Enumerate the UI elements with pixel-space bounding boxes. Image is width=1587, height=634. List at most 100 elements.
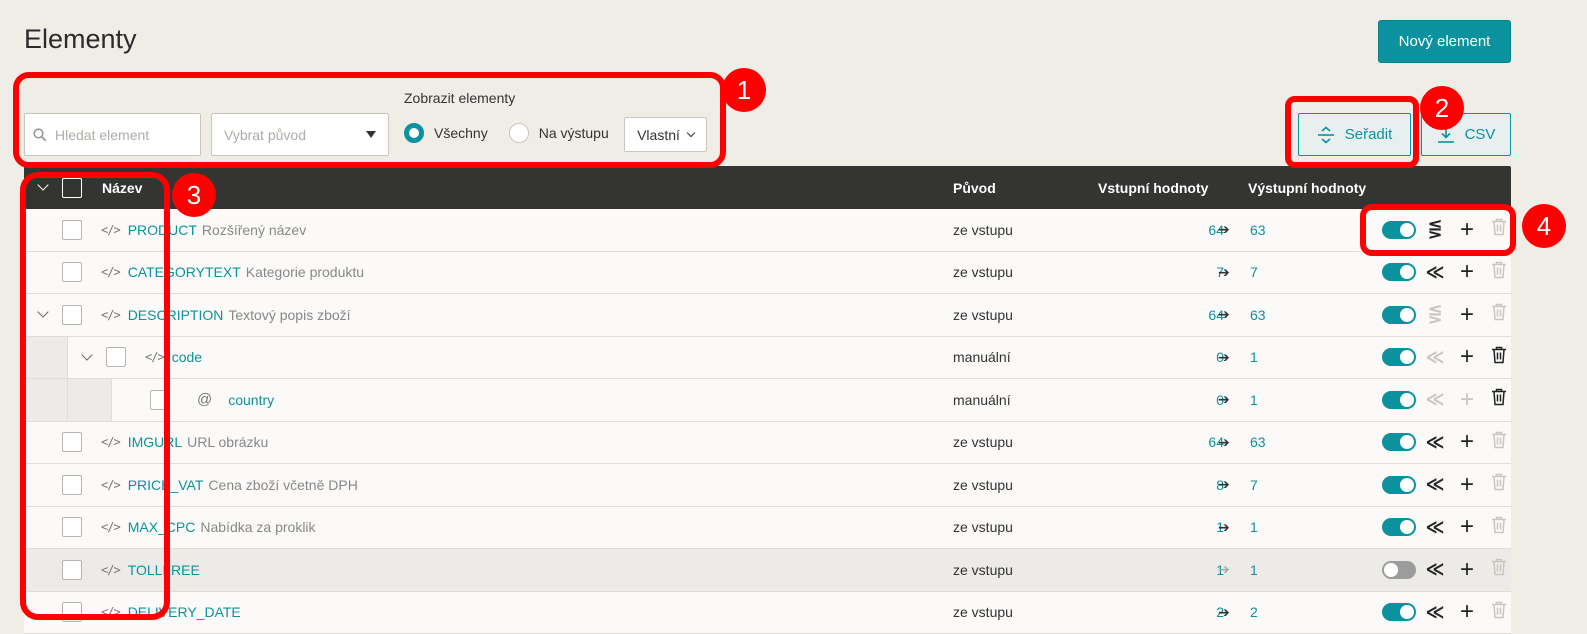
checkbox[interactable] <box>62 602 82 622</box>
mapping-icon[interactable]: ≪ <box>1422 559 1448 580</box>
enable-toggle[interactable] <box>1382 561 1416 579</box>
mapping-icon[interactable]: ≪ <box>1422 262 1448 283</box>
mapping-icon[interactable]: ≪ <box>1422 474 1448 495</box>
collapse-all-toggle[interactable] <box>39 166 47 209</box>
radio-output[interactable]: Na výstupu <box>509 123 609 143</box>
mapping-icon[interactable]: ⋚ <box>1422 219 1448 240</box>
mapping-icon[interactable]: ≪ <box>1422 347 1448 368</box>
element-name-link[interactable]: CATEGORYTEXT <box>128 264 241 280</box>
header-name[interactable]: Název <box>102 166 142 209</box>
element-name-link[interactable]: MAX_CPC <box>128 519 196 535</box>
output-count-link[interactable]: 7 <box>1250 264 1258 280</box>
enable-toggle[interactable] <box>1382 433 1416 451</box>
plus-icon[interactable]: + <box>1454 343 1480 371</box>
table-row[interactable]: @ country manuální0➔1 ≪ + <box>24 379 1511 422</box>
output-count-link[interactable]: 1 <box>1250 519 1258 535</box>
element-name-link[interactable]: PRICE_VAT <box>128 477 204 493</box>
checkbox[interactable] <box>62 475 82 495</box>
enable-toggle[interactable] <box>1382 391 1416 409</box>
element-name-link[interactable]: PRODUCT <box>128 222 197 238</box>
element-name-link[interactable]: IMGURL <box>128 434 182 450</box>
table-row[interactable]: </> code manuální0➔1 ≪ + <box>24 337 1511 380</box>
row-checkbox[interactable] <box>106 337 126 379</box>
table-row[interactable]: </> MAX_CPC Nabídka za proklikze vstupu1… <box>24 507 1511 550</box>
element-name-link[interactable]: TOLLFREE <box>128 562 200 578</box>
output-count-link[interactable]: 63 <box>1250 307 1266 323</box>
trash-icon[interactable] <box>1486 218 1512 241</box>
table-row[interactable]: </> DELIVERY_DATE ze vstupu2➔2 ≪ + <box>24 592 1511 634</box>
table-row[interactable]: </> CATEGORYTEXT Kategorie produktuze vs… <box>24 252 1511 295</box>
plus-icon[interactable]: + <box>1454 258 1480 286</box>
radio-output-control[interactable] <box>509 123 529 143</box>
custom-view-select[interactable]: Vlastní <box>624 117 707 152</box>
row-checkbox[interactable] <box>62 549 82 591</box>
mapping-icon[interactable]: ≪ <box>1422 389 1448 410</box>
checkbox[interactable] <box>150 390 170 410</box>
trash-icon[interactable] <box>1486 558 1512 581</box>
enable-toggle[interactable] <box>1382 603 1416 621</box>
output-count-link[interactable]: 7 <box>1250 477 1258 493</box>
search-input[interactable] <box>53 126 193 144</box>
mapping-icon[interactable]: ⋚ <box>1422 304 1448 325</box>
mapping-icon[interactable]: ≪ <box>1422 432 1448 453</box>
element-name-link[interactable]: country <box>228 392 274 408</box>
mapping-icon[interactable]: ≪ <box>1422 602 1448 623</box>
row-expand-toggle[interactable] <box>39 294 47 336</box>
row-checkbox[interactable] <box>150 379 170 421</box>
checkbox[interactable] <box>62 178 82 198</box>
header-origin[interactable]: Původ <box>953 166 996 209</box>
element-name-link[interactable]: DESCRIPTION <box>128 307 224 323</box>
origin-select[interactable]: Vybrat původ <box>211 113 389 156</box>
trash-icon[interactable] <box>1486 431 1512 454</box>
element-name-link[interactable]: DELIVERY_DATE <box>128 604 241 620</box>
checkbox[interactable] <box>62 262 82 282</box>
plus-icon[interactable]: + <box>1454 598 1480 626</box>
row-checkbox[interactable] <box>62 294 82 336</box>
mapping-icon[interactable]: ≪ <box>1422 517 1448 538</box>
new-element-button[interactable]: Nový element <box>1378 20 1511 63</box>
plus-icon[interactable]: + <box>1454 216 1480 244</box>
row-checkbox[interactable] <box>62 464 82 506</box>
radio-all[interactable]: Všechny <box>404 123 488 143</box>
trash-icon[interactable] <box>1486 473 1512 496</box>
checkbox[interactable] <box>62 432 82 452</box>
plus-icon[interactable]: + <box>1454 301 1480 329</box>
output-count-link[interactable]: 1 <box>1250 349 1258 365</box>
row-checkbox[interactable] <box>62 252 82 294</box>
output-count-link[interactable]: 63 <box>1250 222 1266 238</box>
row-checkbox[interactable] <box>62 507 82 549</box>
enable-toggle[interactable] <box>1382 476 1416 494</box>
search-box[interactable] <box>24 113 201 156</box>
checkbox[interactable] <box>62 305 82 325</box>
row-expand-toggle[interactable] <box>83 337 91 379</box>
output-count-link[interactable]: 1 <box>1250 392 1258 408</box>
plus-icon[interactable]: + <box>1454 513 1480 541</box>
trash-icon[interactable] <box>1486 601 1512 624</box>
select-all-checkbox[interactable] <box>62 166 82 209</box>
table-row[interactable]: </> PRICE_VAT Cena zboží včetně DPHze vs… <box>24 464 1511 507</box>
table-row[interactable]: </> DESCRIPTION Textový popis zbožíze vs… <box>24 294 1511 337</box>
header-input-values[interactable]: Vstupní hodnoty <box>1098 166 1208 209</box>
header-output-values[interactable]: Výstupní hodnoty <box>1248 166 1366 209</box>
trash-icon[interactable] <box>1486 261 1512 284</box>
checkbox[interactable] <box>62 220 82 240</box>
trash-icon[interactable] <box>1486 516 1512 539</box>
trash-icon[interactable] <box>1486 303 1512 326</box>
radio-all-control[interactable] <box>404 123 424 143</box>
table-row[interactable]: </> TOLLFREE ze vstupu1➔1 ≪ + <box>24 549 1511 592</box>
row-checkbox[interactable] <box>62 592 82 634</box>
plus-icon[interactable]: + <box>1454 428 1480 456</box>
checkbox[interactable] <box>106 347 126 367</box>
plus-icon[interactable]: + <box>1454 386 1480 414</box>
enable-toggle[interactable] <box>1382 518 1416 536</box>
row-checkbox[interactable] <box>62 422 82 464</box>
enable-toggle[interactable] <box>1382 221 1416 239</box>
table-row[interactable]: </> PRODUCT Rozšířený názevze vstupu64➔6… <box>24 209 1511 252</box>
enable-toggle[interactable] <box>1382 263 1416 281</box>
element-name-link[interactable]: code <box>172 349 202 365</box>
plus-icon[interactable]: + <box>1454 471 1480 499</box>
checkbox[interactable] <box>62 560 82 580</box>
plus-icon[interactable]: + <box>1454 556 1480 584</box>
output-count-link[interactable]: 1 <box>1250 562 1258 578</box>
row-checkbox[interactable] <box>62 209 82 251</box>
